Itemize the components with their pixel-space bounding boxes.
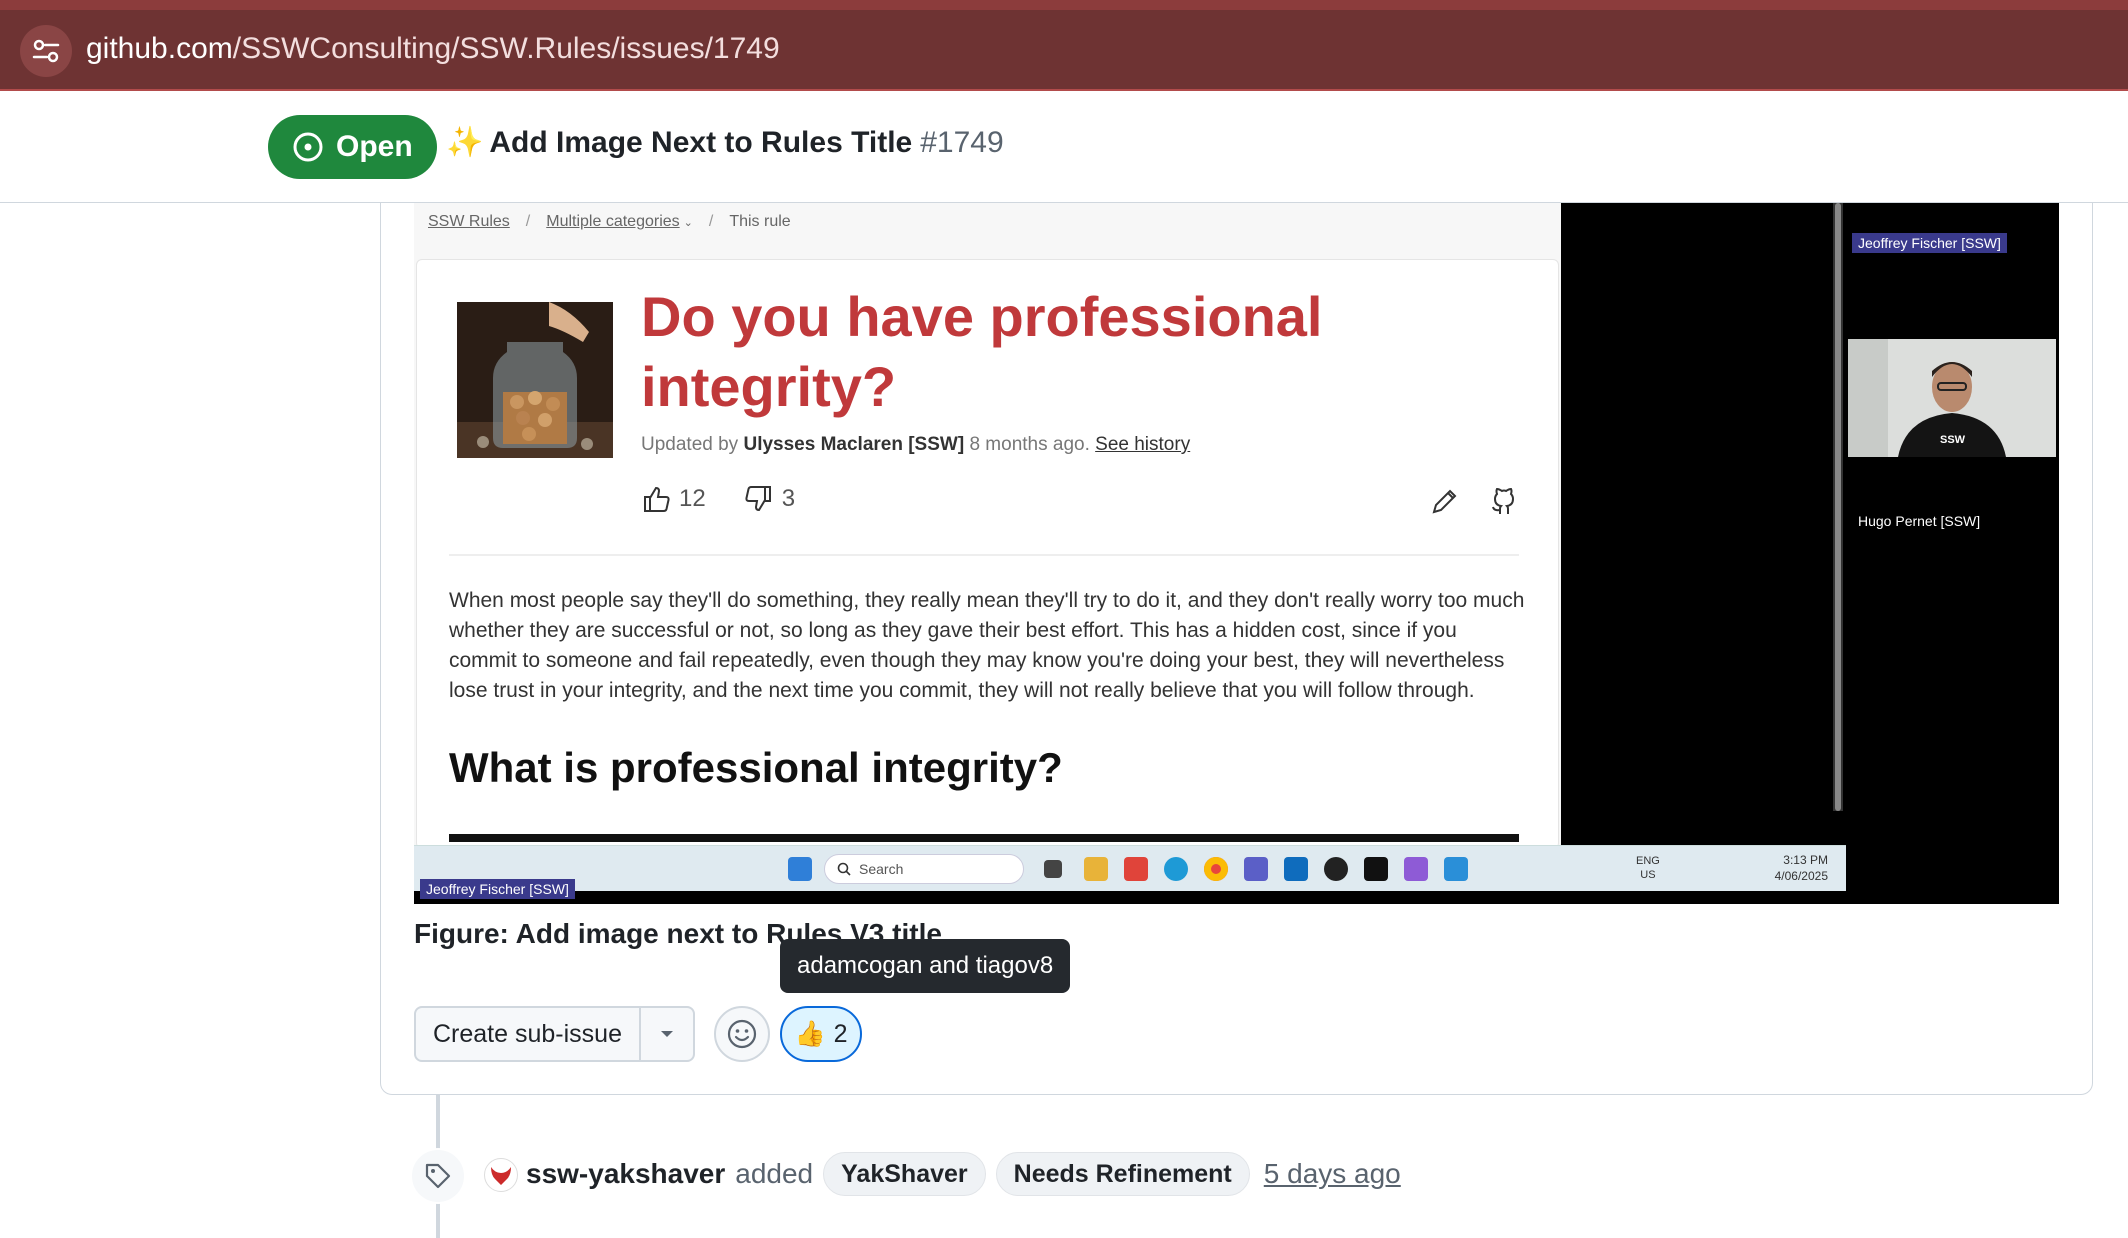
taskbar-clock: 3:13 PM 4/06/2025 <box>1775 852 1828 884</box>
event-timestamp-link[interactable]: 5 days ago <box>1264 1158 1401 1190</box>
breadcrumb: SSW Rules / Multiple categories ⌄ / This rule <box>428 213 791 230</box>
url-path: /SSWConsulting/SSW.Rules/issues/1749 <box>232 32 780 65</box>
video-call-panel: Jeoffrey Fischer [SSW] SSW Hugo Pernet [… <box>1846 203 2059 904</box>
clock-date: 4/06/2025 <box>1774 869 1828 883</box>
issue-open-icon <box>293 132 323 162</box>
github-icon <box>1492 487 1515 514</box>
reaction-tooltip: adamcogan and tiagov8 <box>780 939 1071 993</box>
presenter-name-tag: Jeoffrey Fischer [SSW] <box>420 879 575 899</box>
add-reaction-button[interactable] <box>714 1006 770 1062</box>
meta-prefix: Updated by <box>641 434 739 455</box>
issue-sticky-header: Open ✨ Add Image Next to Rules Title #1749 <box>0 91 2128 203</box>
thumbs-up-emoji: 👍 <box>794 1019 826 1048</box>
downvote-count: 3 <box>781 485 796 512</box>
see-history-link: See history <box>1095 434 1191 455</box>
downvote: 3 <box>744 484 795 514</box>
pencil-icon <box>1432 489 1457 514</box>
create-sub-issue-group: Create sub-issue <box>414 1006 695 1062</box>
video-embed-edge <box>449 834 1519 842</box>
presenter-name-tag: Jeoffrey Fischer [SSW] <box>1852 233 2007 253</box>
sub-issue-dropdown-button[interactable] <box>638 1008 693 1060</box>
triangle-down-icon <box>660 1031 673 1037</box>
rule-votes: 12 3 <box>641 484 795 514</box>
coin-jar-image <box>457 302 613 458</box>
upvote: 12 <box>641 484 706 514</box>
taskbar-language: ENG US <box>1636 854 1660 882</box>
embedded-screenshot: SSW Rules / Multiple categories ⌄ / This rule… <box>414 203 2059 904</box>
event-verb: added <box>735 1158 814 1189</box>
app-icon <box>1124 857 1148 881</box>
app-icon <box>1324 857 1348 881</box>
chrome-icon <box>1204 857 1228 881</box>
teams-icon <box>1244 857 1268 881</box>
taskbar-search-placeholder: Search <box>859 861 904 877</box>
windows-start-icon <box>788 857 812 881</box>
issue-state-badge: Open <box>268 115 437 179</box>
divider <box>449 554 1519 556</box>
avatar[interactable] <box>484 1158 518 1192</box>
thumbs-down-icon <box>745 486 771 512</box>
meta-age: 8 months ago. <box>969 434 1090 455</box>
file-explorer-icon <box>1084 857 1108 881</box>
outlook-icon <box>1284 857 1308 881</box>
rule-title: Do you have professional integrity? <box>641 285 1323 418</box>
breadcrumb-item: Multiple categories <box>546 213 680 230</box>
issue-number: #1749 <box>920 126 1004 159</box>
windows-taskbar: Search ENG US 3:13 PM 4/06/2025 <box>414 845 1846 891</box>
label-yakshaver[interactable]: YakShaver <box>823 1152 986 1196</box>
taskbar-search: Search <box>824 854 1024 884</box>
thumbs-up-icon <box>644 486 670 512</box>
issue-state-label: Open <box>336 130 413 163</box>
breadcrumb-item: This rule <box>729 213 791 230</box>
rule-body-text: When most people say they'll do somethin… <box>449 589 1525 702</box>
clock-time: 3:13 PM <box>1783 853 1828 867</box>
tune-icon[interactable] <box>20 25 72 77</box>
rule-actions <box>1428 486 1520 518</box>
edge-icon <box>1164 857 1188 881</box>
lang-code: ENG <box>1636 855 1660 867</box>
label-event: ssw-yakshaver added YakShaver Needs Refi… <box>526 1152 1401 1196</box>
region-code: US <box>1640 869 1656 881</box>
url-domain: github.com <box>86 32 233 65</box>
app-icon <box>1364 857 1388 881</box>
participant-name: Hugo Pernet [SSW] <box>1858 513 1981 529</box>
url-field[interactable]: github.com/SSWConsulting/SSW.Rules/issue… <box>86 27 780 71</box>
rule-subheading: What is professional integrity? <box>449 744 1063 791</box>
search-icon <box>837 862 851 876</box>
scrollbar-thumb <box>1835 203 1841 811</box>
label-needs-refinement[interactable]: Needs Refinement <box>995 1152 1250 1196</box>
browser-address-bar: github.com/SSWConsulting/SSW.Rules/issue… <box>0 0 2128 91</box>
thumbs-up-reaction[interactable]: 👍 2 <box>780 1006 862 1062</box>
visual-studio-icon <box>1404 857 1428 881</box>
issue-title: ✨ Add Image Next to Rules Title #1749 <box>446 121 1004 165</box>
create-sub-issue-button[interactable]: Create sub-issue <box>416 1008 639 1060</box>
meta-author: Ulysses Maclaren [SSW] <box>743 434 965 455</box>
rule-card: Do you have professional integrity? Upda… <box>416 259 1559 849</box>
sparkles-icon: ✨ <box>446 126 484 159</box>
reaction-count: 2 <box>833 1019 848 1048</box>
yakshaver-logo-icon <box>491 1167 511 1185</box>
rule-meta: Updated by Ulysses Maclaren [SSW] 8 mont… <box>641 434 1190 456</box>
label-event-badge <box>410 1148 466 1204</box>
breadcrumb-item: SSW Rules <box>428 213 510 230</box>
tag-icon <box>425 1163 451 1189</box>
svg-text:SSW: SSW <box>1940 434 1966 446</box>
issue-title-text: Add Image Next to Rules Title <box>489 126 913 159</box>
smiley-icon <box>727 1019 757 1049</box>
event-actor-link[interactable]: ssw-yakshaver <box>526 1158 725 1190</box>
upvote-count: 12 <box>679 485 706 512</box>
rule-page: SSW Rules / Multiple categories ⌄ / This rule… <box>414 203 1561 849</box>
vscode-icon <box>1444 857 1468 881</box>
task-view-icon <box>1044 860 1062 878</box>
participant-video: SSW <box>1848 339 2056 457</box>
